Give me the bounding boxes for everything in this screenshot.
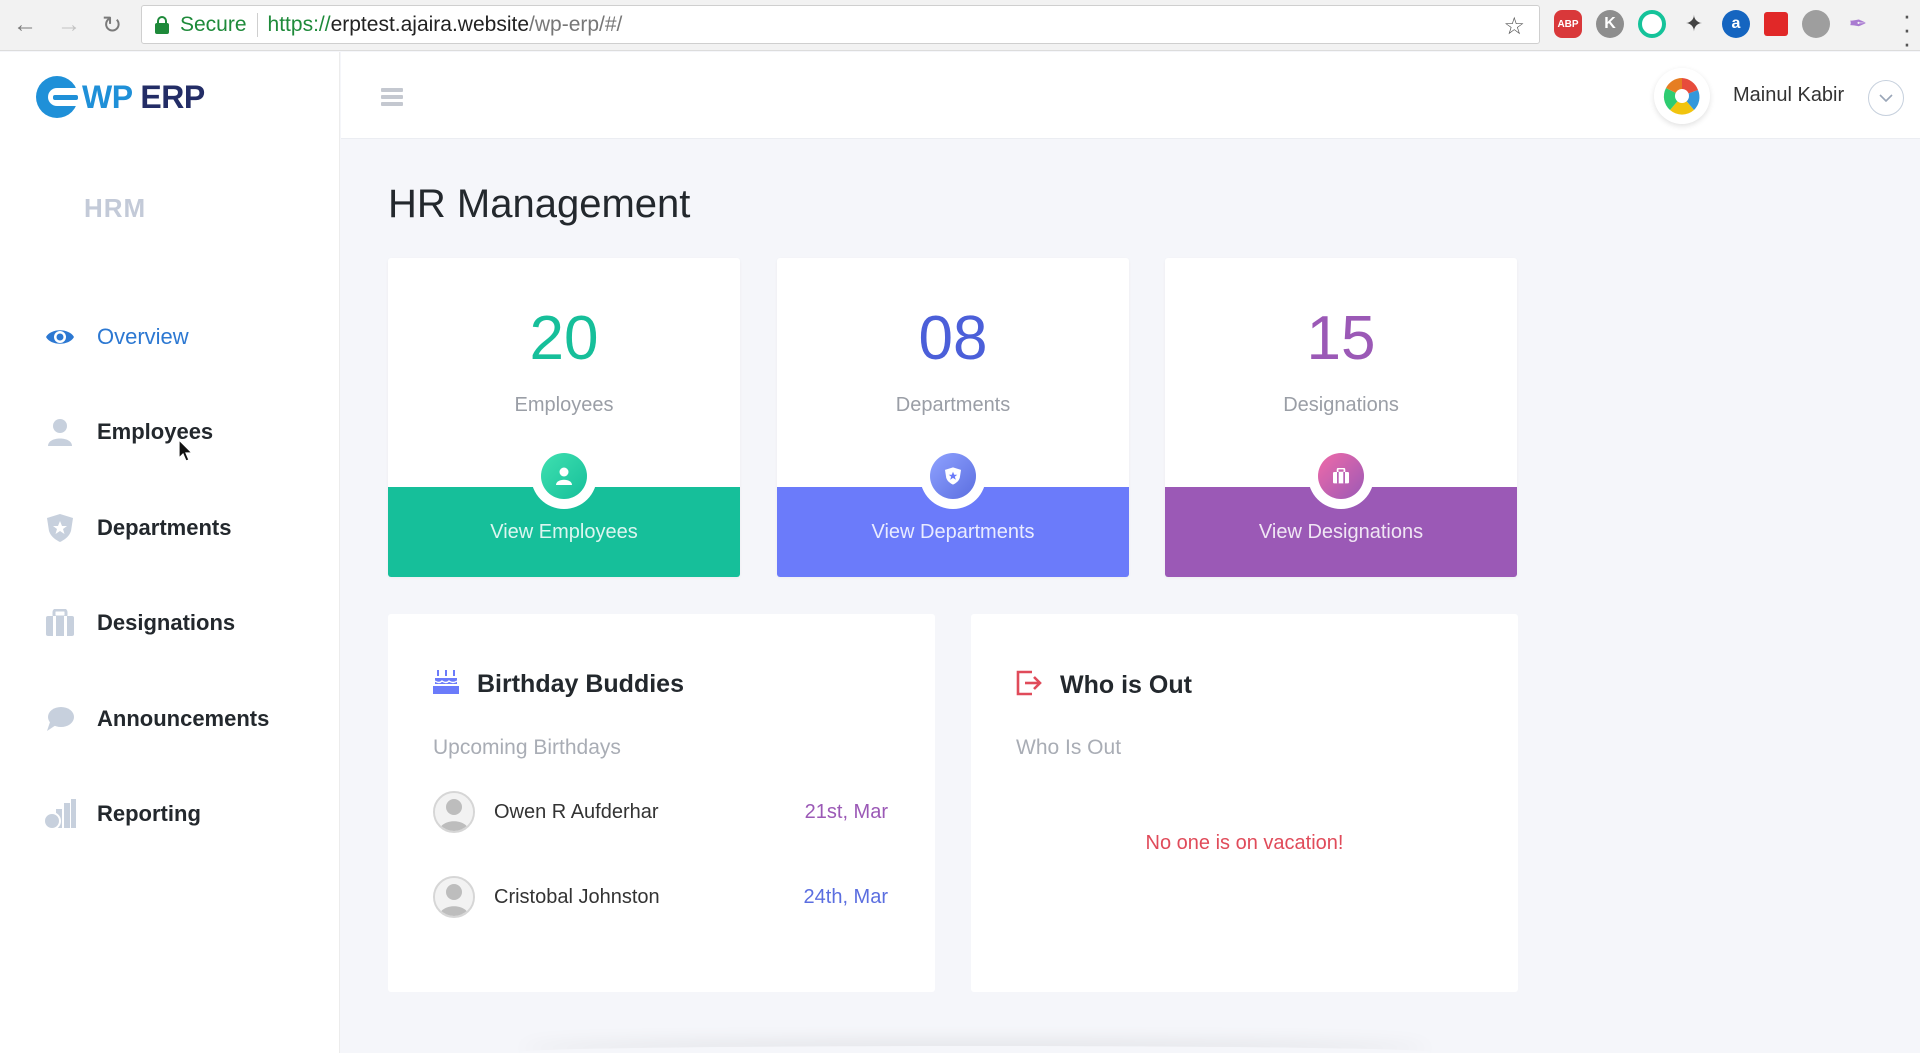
panel-title: Birthday Buddies [477,670,684,698]
browser-toolbar: ← → ↻ Secure https://erptest.ajaira.webs… [0,0,1920,56]
top-header: Mainul Kabir [341,52,1920,139]
stat-link-label: View Employees [490,520,638,543]
birthday-list-item[interactable]: Owen R Aufderhar 21st, Mar [433,790,888,834]
sidebar: WP ERP HRM Overview Employees Department… [0,52,340,1053]
k-extension-icon[interactable]: K [1596,10,1624,38]
briefcase-icon [44,607,76,639]
birthday-date: 24th, Mar [803,885,888,908]
pen-extension-icon[interactable]: ✒ [1844,10,1872,38]
sidebar-item-reporting[interactable]: Reporting [0,767,340,863]
stat-badge [1308,443,1374,509]
sidebar-menu: Overview Employees Departments Designati… [0,289,340,862]
a-extension-icon[interactable]: a [1722,10,1750,38]
designations-stat-card[interactable]: 15 Designations View Designations [1165,258,1517,577]
eye-icon [44,321,76,353]
wp-erp-logo[interactable]: WP ERP [36,76,205,118]
briefcase-icon [1318,453,1364,499]
bar-chart-icon [44,798,76,830]
employees-stat-card[interactable]: 20 Employees View Employees [388,258,740,577]
departments-stat-card[interactable]: 08 Departments View Departments [777,258,1129,577]
sidebar-item-label: Reporting [97,801,201,827]
user-avatar[interactable] [1654,68,1710,124]
next-card-edge [520,1046,1430,1053]
person-name: Cristobal Johnston [494,885,660,908]
panel-subtitle: Who Is Out [1016,736,1122,759]
bookmark-star-icon[interactable]: ☆ [1503,12,1525,41]
sidebar-item-label: Employees [97,419,214,445]
logo-text-wp: WP [82,78,132,115]
bird-extension-icon[interactable]: ✦ [1680,10,1708,38]
url-scheme: https:// [267,12,331,36]
stat-badge [920,443,986,509]
user-icon [541,453,587,499]
who-is-out-panel: Who is Out Who Is Out No one is on vacat… [971,614,1518,992]
forward-arrow-icon[interactable]: → [54,10,84,40]
stat-label: Employees [514,394,614,416]
lock-icon [154,15,170,34]
stat-value: 08 [918,304,988,373]
stat-value: 20 [529,304,599,373]
stat-badge [531,443,597,509]
sidebar-item-departments[interactable]: Departments [0,480,340,576]
secure-label: Secure [180,12,247,36]
sidebar-item-label: Departments [97,514,232,540]
section-label: HRM [84,193,147,223]
shield-star-icon [44,512,76,544]
birthday-buddies-panel: Birthday Buddies Upcoming Birthdays Owen… [388,614,935,992]
stat-label: Departments [895,394,1011,416]
sign-out-icon [1016,670,1042,701]
sidebar-item-overview[interactable]: Overview [0,289,340,385]
wp-erp-logo-icon [36,76,78,118]
chat-bubble-icon [44,703,76,735]
flipboard-extension-icon[interactable] [1764,12,1788,36]
stat-value: 15 [1306,304,1376,373]
birthday-cake-icon [433,670,459,699]
person-avatar [433,791,475,833]
empty-state-message: No one is on vacation! [1145,832,1344,854]
reload-icon[interactable]: ↻ [97,10,127,40]
sidebar-item-label: Announcements [97,705,270,731]
stat-label: Designations [1283,394,1399,416]
sidebar-item-announcements[interactable]: Announcements [0,671,340,767]
panel-title: Who is Out [1060,671,1192,699]
panel-subtitle: Upcoming Birthdays [433,736,621,759]
birthday-list-item[interactable]: Cristobal Johnston 24th, Mar [433,875,888,919]
address-bar[interactable]: Secure https://erptest.ajaira.website/wp… [141,5,1540,44]
stat-link-label: View Designations [1258,520,1424,543]
shield-star-icon [930,453,976,499]
browser-menu-icon[interactable]: · · · [1902,2,1912,56]
sidebar-item-employees[interactable]: Employees [0,385,340,481]
sidebar-item-label: Designations [97,610,236,636]
person-name: Owen R Aufderhar [494,800,659,823]
back-arrow-icon[interactable]: ← [10,10,40,40]
mouse-cursor-icon [178,438,194,468]
adblock-extension-icon[interactable]: ABP [1554,10,1582,38]
hamburger-menu-icon[interactable] [381,88,403,106]
sidebar-item-designations[interactable]: Designations [0,576,340,672]
address-separator [256,12,258,37]
sidebar-item-label: Overview [97,323,189,349]
ball-extension-icon[interactable] [1802,10,1830,38]
logo-text-erp: ERP [140,78,205,115]
user-icon [44,416,76,448]
extension-icons: ABP K ✦ a ✒ [1554,10,1872,38]
chevron-down-icon[interactable] [1868,80,1904,116]
grammarly-extension-icon[interactable] [1638,10,1666,38]
page-title: HR Management [388,182,691,226]
url-host: erptest.ajaira.website [330,12,530,36]
user-name[interactable]: Mainul Kabir [1733,84,1844,107]
url-path: /wp-erp/#/ [529,12,623,36]
birthday-date: 21st, Mar [804,800,888,823]
stat-link-label: View Departments [871,520,1035,543]
person-avatar [433,876,475,918]
